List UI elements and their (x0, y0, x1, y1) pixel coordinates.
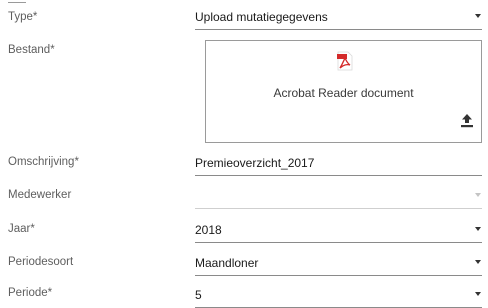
chevron-down-icon (475, 260, 481, 264)
year-label: Jaar* (8, 223, 35, 235)
file-label: Bestand* (8, 44, 55, 56)
period-type-select[interactable]: Maandloner (195, 253, 482, 276)
type-select-value: Upload mutatiegegevens (195, 10, 328, 24)
employee-select[interactable] (195, 186, 482, 209)
period-type-select-value: Maandloner (195, 256, 259, 270)
period-type-label: Periodesoort (8, 256, 74, 268)
pdf-icon (337, 51, 353, 71)
year-select[interactable]: 2018 (195, 220, 482, 243)
period-select[interactable]: 5 (195, 285, 482, 308)
chevron-down-icon (475, 193, 481, 197)
top-divider (8, 0, 26, 3)
description-input-value: Premieoverzicht_2017 (195, 156, 315, 170)
chevron-down-icon (475, 14, 481, 18)
employee-label: Medewerker (8, 189, 72, 201)
type-select[interactable]: Upload mutatiegegevens (195, 7, 482, 30)
description-label: Omschrijving* (8, 156, 79, 168)
period-label: Periode* (8, 287, 53, 299)
period-select-value: 5 (195, 288, 202, 302)
chevron-down-icon (475, 292, 481, 296)
upload-icon[interactable] (460, 113, 474, 128)
file-upload-dropzone[interactable]: Acrobat Reader document (205, 40, 482, 143)
chevron-down-icon (475, 227, 481, 231)
type-label: Type* (8, 11, 38, 23)
description-input[interactable]: Premieoverzicht_2017 (195, 153, 482, 176)
year-select-value: 2018 (195, 223, 222, 237)
file-name: Acrobat Reader document (273, 86, 414, 100)
